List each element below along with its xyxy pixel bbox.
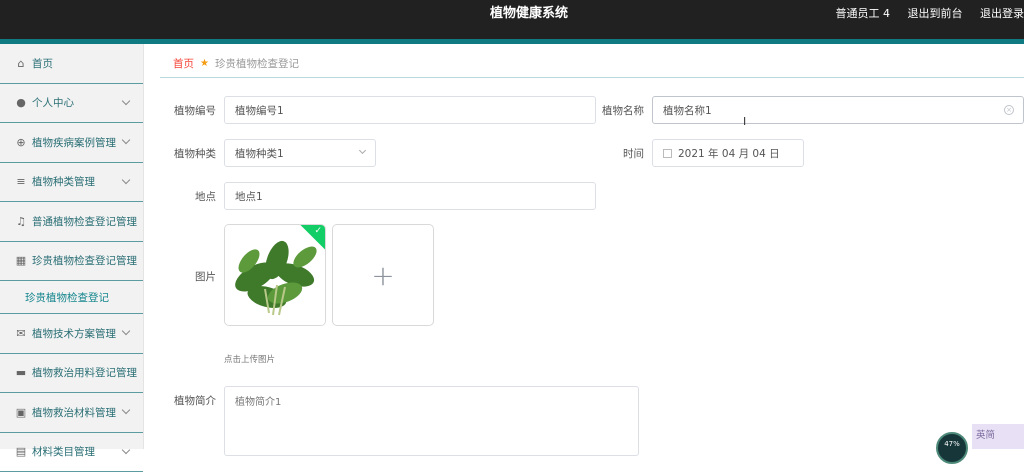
calendar-icon xyxy=(663,149,672,158)
intro-value: 植物简介1 xyxy=(235,397,281,408)
sidebar-item-tech-plans[interactable]: ✉ 植物技术方案管理 xyxy=(0,314,143,354)
logout-link[interactable]: 退出登录 xyxy=(980,7,1024,20)
plus-icon: + xyxy=(333,225,433,325)
box-icon: ▬ xyxy=(14,366,28,379)
progress-widget[interactable]: 47% xyxy=(936,432,968,464)
header-accent-bar xyxy=(0,39,1024,44)
time-label: 时间 xyxy=(590,146,644,161)
globe-icon: ⊕ xyxy=(14,136,28,149)
chevron-down-icon xyxy=(122,327,130,335)
plant-no-label: 植物编号 xyxy=(160,103,216,118)
sidebar-item-label: 植物种类管理 xyxy=(32,174,95,189)
intro-textarea[interactable]: 植物简介1 xyxy=(224,386,639,456)
image-label: 图片 xyxy=(160,269,216,284)
breadcrumb-current: 珍贵植物检查登记 xyxy=(215,56,299,71)
sidebar-item-material-usage[interactable]: ▬ 植物救治用料登记管理 xyxy=(0,354,143,394)
current-user: 普通员工 4 xyxy=(836,7,891,20)
chevron-down-icon xyxy=(359,147,366,154)
chevron-down-icon xyxy=(122,406,130,414)
sidebar: ⌂ 首页 ● 个人中心 ⊕ 植物疾病案例管理 ≡ 植物种类管理 ♫ 普通植物检查… xyxy=(0,44,144,449)
mail-icon: ✉ xyxy=(14,327,28,340)
language-widget[interactable]: 英简 xyxy=(972,424,1024,449)
plant-name-label: 植物名称 xyxy=(590,103,644,118)
sidebar-item-label: 植物救治用料登记管理 xyxy=(32,365,137,380)
plant-type-label: 植物种类 xyxy=(160,146,216,161)
sidebar-subitem-precious-register[interactable]: 珍贵植物检查登记 xyxy=(0,281,143,314)
upload-add-button[interactable]: + xyxy=(332,224,434,326)
folder-icon: ▤ xyxy=(14,445,28,458)
clear-icon[interactable]: × xyxy=(1004,105,1014,115)
location-value: 地点1 xyxy=(235,189,263,204)
chart-icon: ▣ xyxy=(14,406,28,419)
intro-label: 植物简介 xyxy=(160,393,216,408)
chevron-down-icon xyxy=(122,96,130,104)
sidebar-item-label: 个人中心 xyxy=(32,95,74,110)
sidebar-item-precious-inspection[interactable]: ▦ 珍贵植物检查登记管理 xyxy=(0,242,143,282)
home-icon: ⌂ xyxy=(14,57,28,70)
location-label: 地点 xyxy=(160,189,216,204)
sidebar-item-common-inspection[interactable]: ♫ 普通植物检查登记管理 xyxy=(0,202,143,242)
back-to-front-link[interactable]: 退出到前台 xyxy=(908,7,963,20)
plant-name-input[interactable]: 植物名称1 × xyxy=(652,96,1024,124)
sidebar-item-profile[interactable]: ● 个人中心 xyxy=(0,84,143,124)
date-value: 2021 年 04 月 04 日 xyxy=(678,146,780,161)
sidebar-item-label: 植物救治材料管理 xyxy=(32,405,116,420)
list-icon: ≡ xyxy=(14,175,28,188)
text-cursor-icon: Ⅰ xyxy=(743,115,746,128)
plant-type-value: 植物种类1 xyxy=(235,146,284,161)
date-picker[interactable]: 2021 年 04 月 04 日 xyxy=(652,139,804,167)
sidebar-item-label: 普通植物检查登记管理 xyxy=(32,214,137,229)
chevron-down-icon xyxy=(122,175,130,183)
uploaded-image[interactable]: ✓ xyxy=(224,224,326,326)
top-header: 植物健康系统 普通员工 4 退出到前台 退出登录 xyxy=(0,0,1024,39)
location-input[interactable]: 地点1 xyxy=(224,182,596,210)
sidebar-item-label: 植物技术方案管理 xyxy=(32,326,116,341)
plant-no-value: 植物编号1 xyxy=(235,103,284,118)
sidebar-item-label: 珍贵植物检查登记管理 xyxy=(32,253,137,268)
breadcrumb-home[interactable]: 首页 xyxy=(173,56,194,71)
sidebar-item-material-categories[interactable]: ▤ 材料类目管理 xyxy=(0,433,143,472)
breadcrumb: 首页 ★ 珍贵植物检查登记 xyxy=(160,50,1024,78)
plant-type-select[interactable]: 植物种类1 xyxy=(224,139,376,167)
upload-hint: 点击上传图片 xyxy=(224,353,275,365)
chevron-down-icon xyxy=(122,136,130,144)
sidebar-item-label: 首页 xyxy=(32,56,53,71)
sidebar-item-home[interactable]: ⌂ 首页 xyxy=(0,44,143,84)
sidebar-item-materials[interactable]: ▣ 植物救治材料管理 xyxy=(0,393,143,433)
grid-icon: ▦ xyxy=(14,254,28,267)
bell-icon: ♫ xyxy=(14,215,28,228)
plant-image xyxy=(225,225,326,326)
user-icon: ● xyxy=(14,96,28,109)
header-actions: 普通员工 4 退出到前台 退出登录 xyxy=(822,0,1024,27)
sidebar-item-plant-types[interactable]: ≡ 植物种类管理 xyxy=(0,163,143,203)
sidebar-item-disease-cases[interactable]: ⊕ 植物疾病案例管理 xyxy=(0,123,143,163)
sidebar-item-label: 材料类目管理 xyxy=(32,444,95,459)
check-icon: ✓ xyxy=(314,226,322,236)
star-icon: ★ xyxy=(200,58,209,69)
chevron-down-icon xyxy=(122,445,130,453)
plant-no-input[interactable]: 植物编号1 xyxy=(224,96,596,124)
sidebar-item-label: 植物疾病案例管理 xyxy=(32,135,116,150)
plant-name-value: 植物名称1 xyxy=(663,103,712,118)
